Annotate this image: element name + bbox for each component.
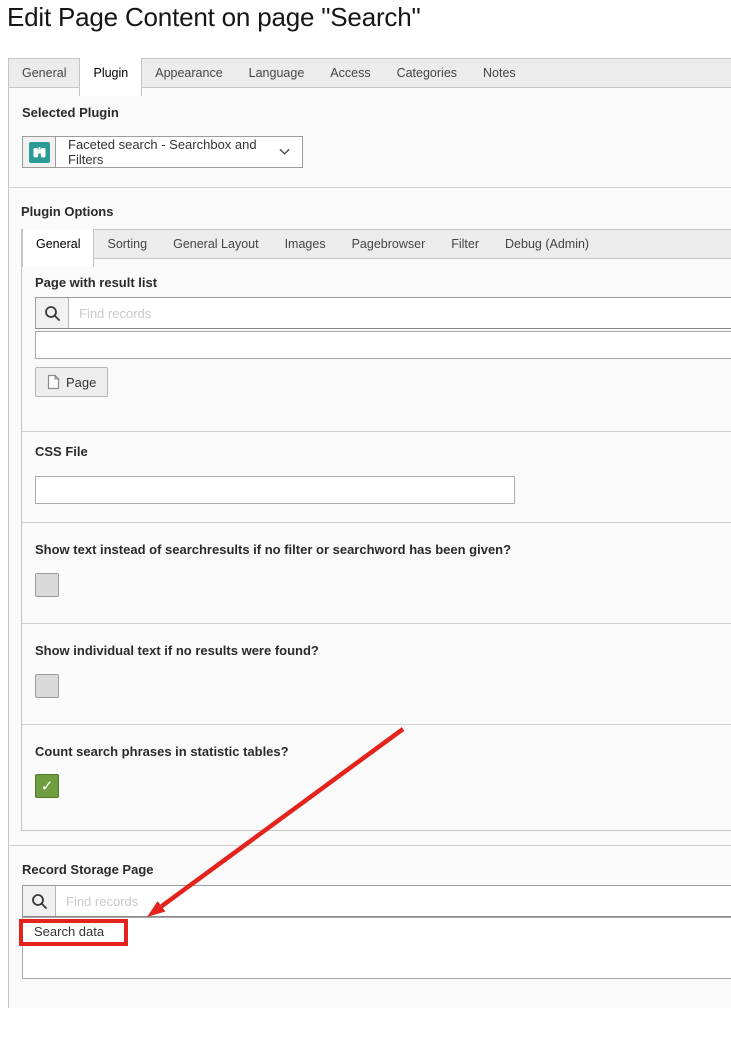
tab-appearance[interactable]: Appearance [142,59,235,88]
subtab-debug-admin[interactable]: Debug (Admin) [492,230,602,259]
field-count-search-phrases: Count search phrases in statistic tables… [22,724,731,831]
tab-access[interactable]: Access [317,59,383,88]
plugin-options-general-panel: Page with result list [21,259,731,831]
page-search-input[interactable] [69,298,731,328]
subtab-sorting[interactable]: Sorting [94,230,160,259]
search-icon-cell [23,886,56,916]
tab-categories[interactable]: Categories [384,59,470,88]
list-item-search-data[interactable]: Search data [23,918,731,946]
selected-plugin-select[interactable]: Faceted search - Searchbox and Filters [55,136,303,168]
selected-plugin-section: Selected Plugin Faceted search - Searchb… [9,88,731,187]
plugin-options-label: Plugin Options [21,205,731,219]
record-storage-section: Record Storage Page Search data [9,845,731,1045]
show-text-no-filter-label: Show text instead of searchresults if no… [35,543,731,557]
tab-language[interactable]: Language [236,59,318,88]
selected-pages-listbox[interactable] [35,331,731,359]
count-search-phrases-label: Count search phrases in statistic tables… [35,745,731,759]
plugin-tab-panel: Selected Plugin Faceted search - Searchb… [8,88,731,1008]
record-storage-label: Record Storage Page [22,863,731,877]
subtab-general-layout[interactable]: General Layout [160,230,271,259]
search-icon-cell [36,298,69,328]
page-title: Edit Page Content on page "Search" [7,2,421,33]
record-storage-search-input[interactable] [56,886,731,916]
show-individual-text-checkbox[interactable]: ✓ [35,674,59,698]
subtab-filter[interactable]: Filter [438,230,492,259]
record-storage-listbox[interactable]: Search data [22,917,731,979]
tab-general[interactable]: General [9,59,79,88]
plugin-icon-cell [22,136,56,168]
add-page-button-label: Page [66,375,96,390]
check-icon: ✓ [41,779,54,794]
field-show-individual-text: Show individual text if no results were … [22,623,731,724]
record-storage-search-group [22,885,731,917]
show-text-no-filter-checkbox[interactable]: ✓ [35,573,59,597]
css-file-input[interactable] [35,476,515,504]
tab-notes[interactable]: Notes [470,59,529,88]
field-css-file: CSS File [22,431,731,522]
selected-plugin-value: Faceted search - Searchbox and Filters [68,137,279,167]
page-with-result-list-label: Page with result list [35,276,731,290]
chevron-down-icon [279,148,290,156]
binoculars-icon [29,142,50,163]
subtab-general[interactable]: General [22,229,94,267]
selected-plugin-select-group: Faceted search - Searchbox and Filters [22,136,731,168]
tab-plugin[interactable]: Plugin [79,58,142,96]
selected-plugin-label: Selected Plugin [22,106,731,120]
add-page-button[interactable]: Page [35,367,108,397]
search-icon [31,893,48,910]
show-individual-text-label: Show individual text if no results were … [35,644,731,658]
subtab-images[interactable]: Images [272,230,339,259]
main-tab-bar: General Plugin Appearance Language Acces… [8,58,731,88]
plugin-options-tab-bar: General Sorting General Layout Images Pa… [21,229,731,259]
page-icon [47,374,60,390]
field-show-text-no-filter: Show text instead of searchresults if no… [22,522,731,623]
subtab-pagebrowser[interactable]: Pagebrowser [339,230,439,259]
search-icon [44,305,61,322]
plugin-options-section: Plugin Options General Sorting General L… [9,187,731,845]
css-file-label: CSS File [35,445,731,459]
page-search-group [35,297,731,329]
field-page-with-result-list: Page with result list [22,259,731,431]
count-search-phrases-checkbox[interactable]: ✓ [35,774,59,798]
